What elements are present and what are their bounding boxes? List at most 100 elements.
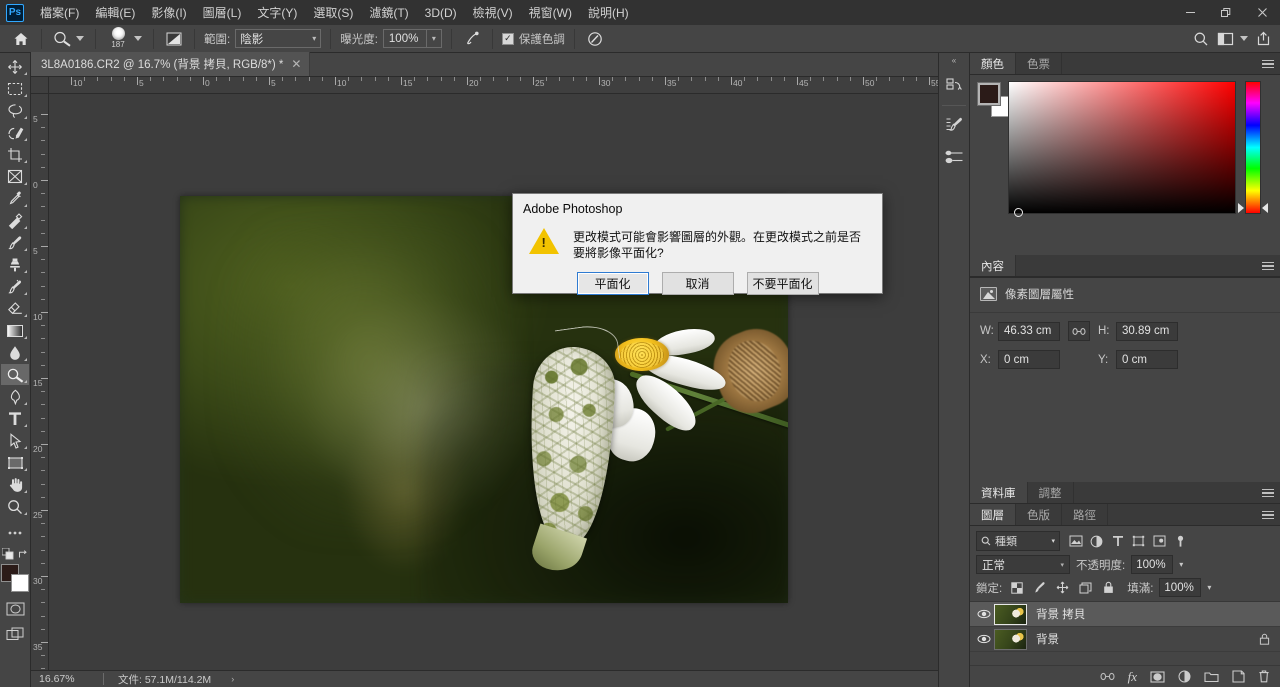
menu-3d[interactable]: 3D(D): [417, 2, 465, 24]
search-icon[interactable]: [1190, 28, 1212, 50]
brush-preset-chevron-down-icon[interactable]: [131, 28, 144, 50]
close-button[interactable]: [1244, 0, 1280, 25]
tab-paths[interactable]: 路徑: [1062, 504, 1108, 525]
menu-filter[interactable]: 濾鏡(T): [361, 0, 416, 25]
tab-adjustments[interactable]: 調整: [1027, 482, 1074, 503]
crop-tool[interactable]: [1, 144, 29, 165]
tab-properties[interactable]: 內容: [970, 255, 1016, 276]
lock-image-icon[interactable]: [1031, 579, 1048, 596]
color-picker-marker[interactable]: [1014, 208, 1023, 217]
brush-settings-panel-icon[interactable]: [941, 112, 967, 138]
home-icon[interactable]: [10, 28, 32, 50]
height-input[interactable]: 30.89 cm: [1116, 321, 1178, 341]
menu-layer[interactable]: 圖層(L): [195, 0, 250, 25]
spot-healing-tool[interactable]: [1, 210, 29, 231]
restore-button[interactable]: [1208, 0, 1244, 25]
layer-thumbnail[interactable]: [994, 603, 1027, 625]
delete-layer-icon[interactable]: [1258, 670, 1270, 683]
document-tab[interactable]: 3L8A0186.CR2 @ 16.7% (背景 拷貝, RGB/8*) * ✕: [31, 52, 311, 76]
tool-preset-chevron-down-icon[interactable]: [73, 28, 86, 50]
history-panel-icon[interactable]: [941, 73, 967, 99]
workspace-chevron-down-icon[interactable]: [1238, 28, 1250, 50]
default-colors-icon[interactable]: [1, 548, 14, 560]
x-input[interactable]: 0 cm: [998, 350, 1060, 369]
width-input[interactable]: 46.33 cm: [998, 321, 1060, 341]
minimize-button[interactable]: [1172, 0, 1208, 25]
layer-name[interactable]: 背景 拷貝: [1036, 606, 1085, 622]
filter-pixel-icon[interactable]: [1065, 531, 1086, 551]
gradient-tool[interactable]: [1, 320, 29, 341]
swap-colors-icon[interactable]: [18, 549, 29, 560]
eraser-tool[interactable]: [1, 298, 29, 319]
pen-tool[interactable]: [1, 386, 29, 407]
dodge-tool[interactable]: [1, 364, 29, 385]
frame-tool[interactable]: [1, 166, 29, 187]
hue-slider-handle-right[interactable]: [1262, 203, 1268, 213]
close-icon[interactable]: ✕: [291, 57, 301, 71]
eyedropper-tool[interactable]: [1, 188, 29, 209]
range-select[interactable]: 陰影 ▾: [235, 29, 322, 48]
color-spectrum-field[interactable]: [1008, 81, 1236, 214]
menu-view[interactable]: 檢視(V): [465, 0, 521, 25]
pressure-size-icon[interactable]: [584, 28, 606, 50]
new-layer-icon[interactable]: [1232, 670, 1245, 683]
opacity-input[interactable]: 100%: [1131, 555, 1174, 574]
menu-help[interactable]: 說明(H): [580, 0, 637, 25]
shape-tool[interactable]: [1, 452, 29, 473]
filter-smart-object-icon[interactable]: [1149, 531, 1170, 551]
fill-input[interactable]: 100%: [1159, 578, 1202, 597]
adjustment-layer-icon[interactable]: [1178, 670, 1191, 683]
link-layers-icon[interactable]: [1100, 672, 1115, 681]
clone-stamp-tool[interactable]: [1, 254, 29, 275]
tab-channels[interactable]: 色版: [1016, 504, 1062, 525]
y-input[interactable]: 0 cm: [1116, 350, 1178, 369]
table-row[interactable]: 背景: [970, 627, 1280, 652]
menu-select[interactable]: 選取(S): [305, 0, 361, 25]
tab-color[interactable]: 顏色: [970, 53, 1016, 74]
filter-shape-icon[interactable]: [1128, 531, 1149, 551]
zoom-tool[interactable]: [1, 496, 29, 517]
share-icon[interactable]: [1252, 28, 1274, 50]
color-panel-foreground-swatch[interactable]: [977, 82, 1001, 106]
panel-menu-icon[interactable]: [1262, 487, 1274, 499]
zoom-level[interactable]: 16.67%: [31, 673, 103, 685]
dodge-tool-icon[interactable]: [51, 28, 73, 50]
filter-type-icon[interactable]: [1107, 531, 1128, 551]
table-row[interactable]: 背景 拷貝: [970, 602, 1280, 627]
blend-mode-select[interactable]: 正常 ▾: [976, 555, 1070, 574]
panel-menu-icon[interactable]: [1262, 260, 1274, 272]
type-tool[interactable]: [1, 408, 29, 429]
exposure-input[interactable]: 100%: [382, 29, 427, 48]
blur-tool[interactable]: [1, 342, 29, 363]
layer-filter-kind-select[interactable]: 種類 ▾: [976, 531, 1060, 551]
layer-style-icon[interactable]: fx: [1128, 669, 1137, 685]
filter-toggle-icon[interactable]: [1170, 531, 1191, 551]
workspace-icon[interactable]: [1214, 28, 1236, 50]
menu-edit[interactable]: 編輯(E): [87, 0, 143, 25]
new-group-icon[interactable]: [1204, 671, 1219, 683]
edit-toolbar-button[interactable]: [1, 522, 29, 543]
lasso-tool[interactable]: [1, 100, 29, 121]
path-selection-tool[interactable]: [1, 430, 29, 451]
brush-tool[interactable]: [1, 232, 29, 253]
color-swatches[interactable]: [1, 564, 29, 592]
screen-mode-icon[interactable]: [1, 624, 29, 645]
lock-transparency-icon[interactable]: [1008, 579, 1025, 596]
hue-slider[interactable]: [1245, 81, 1261, 214]
brush-presets-panel-icon[interactable]: [941, 144, 967, 170]
marquee-tool[interactable]: [1, 78, 29, 99]
opacity-stepper-icon[interactable]: ▾: [1179, 560, 1183, 569]
protect-tone-checkbox[interactable]: ✓ 保護色調: [501, 31, 565, 47]
panel-menu-icon[interactable]: [1262, 58, 1274, 70]
menu-type[interactable]: 文字(Y): [249, 0, 305, 25]
airbrush-icon[interactable]: [461, 28, 483, 50]
collapse-panels-icon[interactable]: «: [938, 53, 970, 67]
quick-selection-tool[interactable]: [1, 122, 29, 143]
layer-name[interactable]: 背景: [1036, 631, 1059, 647]
flatten-button[interactable]: 平面化: [576, 272, 649, 295]
lock-artboard-icon[interactable]: [1077, 579, 1094, 596]
hue-slider-handle[interactable]: [1238, 203, 1244, 213]
menu-file[interactable]: 檔案(F): [32, 0, 87, 25]
layer-thumbnail[interactable]: [994, 628, 1027, 650]
quick-mask-icon[interactable]: [1, 598, 29, 619]
